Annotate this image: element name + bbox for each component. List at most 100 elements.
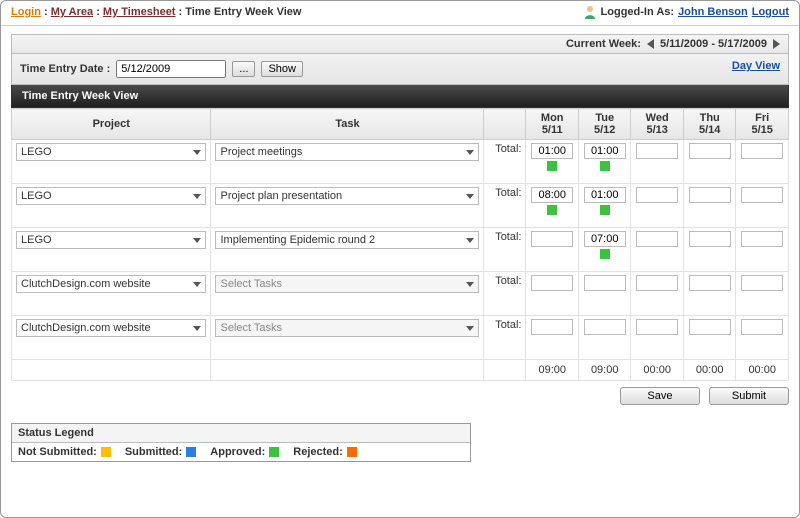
prev-week-icon[interactable] <box>647 39 654 49</box>
status-indicator-icon <box>547 205 557 215</box>
time-cell-input[interactable] <box>741 187 783 203</box>
footer-actions: Save Submit <box>11 381 789 417</box>
next-week-icon[interactable] <box>773 39 780 49</box>
time-cell-input[interactable] <box>741 275 783 291</box>
col-day-0: Mon5/11 <box>526 109 578 140</box>
col-project: Project <box>12 109 211 140</box>
user-name-link[interactable]: John Benson <box>678 6 748 18</box>
project-dropdown[interactable]: LEGO <box>16 143 206 161</box>
logout-link[interactable]: Logout <box>752 6 789 18</box>
breadcrumb-my-timesheet[interactable]: My Timesheet <box>103 6 176 18</box>
time-cell-input[interactable] <box>531 231 573 247</box>
time-cell-input[interactable] <box>741 231 783 247</box>
user-icon <box>583 5 597 19</box>
status-indicator-icon <box>600 205 610 215</box>
breadcrumb-login[interactable]: Login <box>11 6 41 18</box>
col-day-3: Thu5/14 <box>683 109 735 140</box>
row-total-label: Total: <box>484 272 526 316</box>
section-header: Time Entry Week View <box>11 85 789 108</box>
legend-not-submitted-label: Not Submitted: <box>18 446 97 458</box>
row-total-label: Total: <box>484 228 526 272</box>
save-button[interactable]: Save <box>620 387 700 405</box>
legend-not-submitted-icon <box>101 447 111 457</box>
day-total-3: 00:00 <box>683 360 735 381</box>
row-total-label: Total: <box>484 184 526 228</box>
time-cell-input[interactable] <box>584 187 626 203</box>
time-cell-input[interactable] <box>531 275 573 291</box>
logged-in-label: Logged-In As: <box>601 6 675 18</box>
time-cell-input[interactable] <box>636 231 678 247</box>
task-dropdown[interactable]: Project meetings <box>215 143 479 161</box>
col-total-spacer <box>484 109 526 140</box>
time-cell-input[interactable] <box>689 319 731 335</box>
current-week-label: Current Week: <box>566 38 641 50</box>
row-total-label: Total: <box>484 316 526 360</box>
day-total-2: 00:00 <box>631 360 683 381</box>
legend-approved-label: Approved: <box>210 446 265 458</box>
status-indicator-icon <box>600 249 610 259</box>
legend-rejected-icon <box>347 447 357 457</box>
breadcrumb-current: Time Entry Week View <box>185 6 301 18</box>
time-cell-input[interactable] <box>636 275 678 291</box>
time-cell-input[interactable] <box>531 319 573 335</box>
task-dropdown[interactable]: Select Tasks <box>215 275 479 293</box>
timesheet-table: Project Task Mon5/11 Tue5/12 Wed5/13 Thu… <box>11 108 789 381</box>
project-dropdown[interactable]: ClutchDesign.com website <box>16 275 206 293</box>
chevron-down-icon <box>193 282 201 287</box>
chevron-down-icon <box>193 326 201 331</box>
time-cell-input[interactable] <box>689 187 731 203</box>
status-legend: Status Legend Not Submitted: Submitted: … <box>11 423 471 462</box>
task-dropdown[interactable]: Implementing Epidemic round 2 <box>215 231 479 249</box>
chevron-down-icon <box>193 238 201 243</box>
chevron-down-icon <box>466 150 474 155</box>
col-day-2: Wed5/13 <box>631 109 683 140</box>
time-cell-input[interactable] <box>741 319 783 335</box>
time-entry-date-input[interactable] <box>116 60 226 78</box>
day-total-4: 00:00 <box>736 360 789 381</box>
time-cell-input[interactable] <box>689 275 731 291</box>
legend-approved-icon <box>269 447 279 457</box>
time-cell-input[interactable] <box>636 143 678 159</box>
time-cell-input[interactable] <box>584 319 626 335</box>
status-indicator-icon <box>600 161 610 171</box>
time-cell-input[interactable] <box>531 187 573 203</box>
legend-submitted-label: Submitted: <box>125 446 182 458</box>
time-cell-input[interactable] <box>636 187 678 203</box>
time-cell-input[interactable] <box>689 231 731 247</box>
date-browse-button[interactable]: ... <box>232 61 255 77</box>
time-cell-input[interactable] <box>584 275 626 291</box>
col-day-4: Fri5/15 <box>736 109 789 140</box>
submit-button[interactable]: Submit <box>709 387 789 405</box>
current-week-range: 5/11/2009 - 5/17/2009 <box>660 38 767 50</box>
day-total-1: 09:00 <box>578 360 630 381</box>
topbar: Login : My Area : My Timesheet : Time En… <box>1 1 799 26</box>
legend-rejected-label: Rejected: <box>293 446 343 458</box>
project-dropdown[interactable]: ClutchDesign.com website <box>16 319 206 337</box>
legend-submitted-icon <box>186 447 196 457</box>
task-dropdown[interactable]: Select Tasks <box>215 319 479 337</box>
chevron-down-icon <box>466 326 474 331</box>
row-total-label: Total: <box>484 140 526 184</box>
time-cell-input[interactable] <box>689 143 731 159</box>
project-dropdown[interactable]: LEGO <box>16 187 206 205</box>
chevron-down-icon <box>193 194 201 199</box>
status-indicator-icon <box>547 161 557 171</box>
breadcrumb-my-area[interactable]: My Area <box>51 6 93 18</box>
show-button[interactable]: Show <box>261 61 303 77</box>
chevron-down-icon <box>466 238 474 243</box>
chevron-down-icon <box>466 194 474 199</box>
day-total-0: 09:00 <box>526 360 578 381</box>
time-entry-date-label: Time Entry Date : <box>20 63 110 75</box>
time-cell-input[interactable] <box>741 143 783 159</box>
time-cell-input[interactable] <box>584 143 626 159</box>
chevron-down-icon <box>466 282 474 287</box>
col-task: Task <box>211 109 484 140</box>
project-dropdown[interactable]: LEGO <box>16 231 206 249</box>
day-view-link[interactable]: Day View <box>732 60 780 72</box>
time-cell-input[interactable] <box>584 231 626 247</box>
time-cell-input[interactable] <box>636 319 678 335</box>
legend-title: Status Legend <box>12 424 470 443</box>
time-cell-input[interactable] <box>531 143 573 159</box>
col-day-1: Tue5/12 <box>578 109 630 140</box>
task-dropdown[interactable]: Project plan presentation <box>215 187 479 205</box>
